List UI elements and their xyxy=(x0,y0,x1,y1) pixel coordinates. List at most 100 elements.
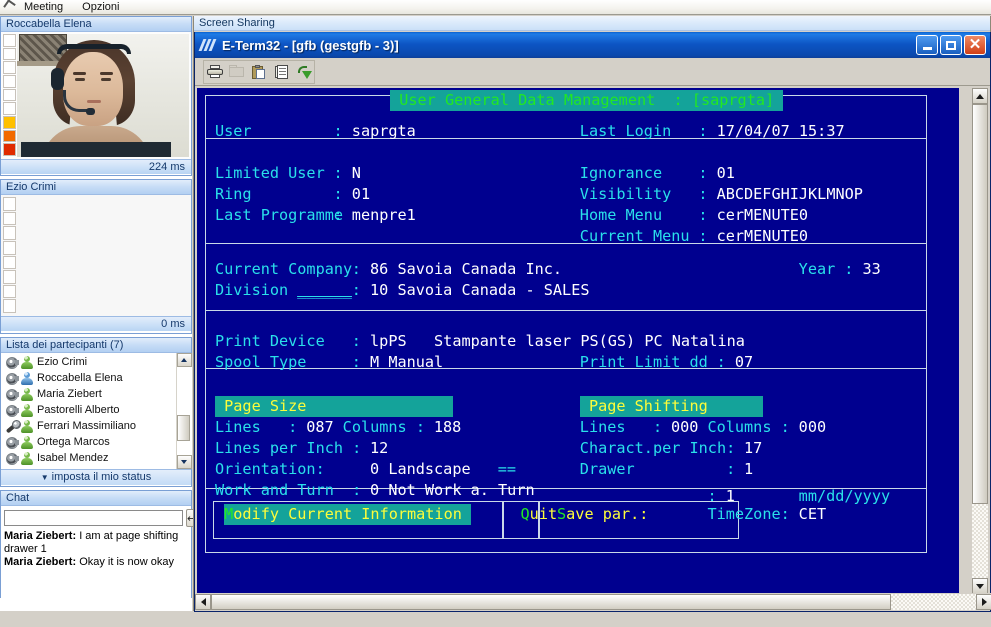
sep-last-login: : xyxy=(698,122,708,140)
terminal-scroll-track[interactable] xyxy=(972,504,988,578)
set-my-status-label: imposta il mio status xyxy=(51,471,152,483)
video-feed[interactable] xyxy=(1,32,191,159)
app-menubar: Meeting Opzioni xyxy=(0,0,991,15)
value-year: 33 xyxy=(862,259,881,278)
eterm-app-icon xyxy=(198,37,217,53)
print-button[interactable] xyxy=(204,61,226,83)
menu-item-opzioni[interactable]: Opzioni xyxy=(82,0,130,14)
sep-user: : xyxy=(333,122,343,140)
list-item[interactable]: Ezio Crimi xyxy=(1,354,176,370)
label-psh-1: Charact.per Inch: xyxy=(579,439,745,458)
reconnect-button[interactable] xyxy=(292,61,314,83)
chat-message-author: Maria Ziebert: xyxy=(4,530,77,542)
value-spool-type: M Manual xyxy=(370,353,444,371)
presence-icon xyxy=(20,403,33,417)
terminal-scroll-left-button[interactable] xyxy=(195,593,211,610)
value-ignorance: 01 xyxy=(716,164,735,182)
participant-name: Ezio Crimi xyxy=(37,356,88,368)
list-item[interactable]: Pastorelli Alberto xyxy=(1,402,176,418)
webcam-image xyxy=(17,34,189,157)
close-button[interactable]: ✕ xyxy=(964,35,986,55)
camera-icon xyxy=(5,372,19,385)
participant-name: Pastorelli Alberto xyxy=(37,404,120,416)
audio-volume-meter xyxy=(3,197,16,314)
sep: : xyxy=(351,353,361,371)
list-item[interactable]: Ferrari Massimiliano xyxy=(1,418,176,434)
list-item[interactable]: Isabel Mendez xyxy=(1,450,176,466)
participant-name: Isabel Mendez xyxy=(37,452,109,464)
sep: : xyxy=(698,164,708,182)
participant-name: Ferrari Massimiliano xyxy=(37,420,137,432)
value-division: 10 Savoia Canada - SALES xyxy=(370,280,590,299)
paste-button[interactable] xyxy=(248,61,270,83)
modify-current-information-button[interactable]: Modify Current Information xyxy=(224,504,472,526)
terminal-hscroll-track[interactable] xyxy=(891,593,976,610)
list-item[interactable]: Roccabella Elena xyxy=(1,370,176,386)
scroll-thumb[interactable] xyxy=(176,415,190,441)
scroll-up-button[interactable] xyxy=(176,353,192,367)
timezone-label: TimeZone: xyxy=(707,505,790,524)
quit-label: uit xyxy=(529,505,558,524)
list-item[interactable]: Ortega Marcos xyxy=(1,434,176,450)
scroll-track[interactable] xyxy=(176,367,192,455)
minimize-button[interactable] xyxy=(916,35,938,55)
chat-message-text: Okay it is now okay xyxy=(76,556,174,568)
eterm-titlebar[interactable]: E-Term32 - [gfb (gestgfb - 3)] ✕ xyxy=(195,32,990,58)
value-home-menu: cerMENUTE0 xyxy=(716,206,809,224)
label-current-menu: Current Menu xyxy=(579,227,690,245)
save-par-button[interactable]: Save par.: xyxy=(557,504,648,525)
terminal-scroll-thumb[interactable] xyxy=(972,104,988,504)
value-ring: 01 xyxy=(351,185,371,203)
label2-ps-0: Columns : xyxy=(342,418,435,437)
presence-icon xyxy=(20,451,33,465)
set-my-status-button[interactable]: ▼ imposta il mio status xyxy=(1,469,191,485)
audio-panel: Ezio Crimi 0 ms xyxy=(0,179,192,334)
terminal-area: User General Data Management : [saprgta]… xyxy=(195,86,991,610)
chat-panel: Chat ↵ Maria Ziebert: I am at page shift… xyxy=(0,490,198,601)
value-print-device: lpPS Stampante laser PS(GS) PC Natalina xyxy=(370,332,745,350)
value-psh-1: 17 xyxy=(743,439,763,458)
terminal-vertical-scrollbar[interactable] xyxy=(972,88,988,594)
document-button[interactable] xyxy=(270,61,292,83)
label-ps-3: Work and Turn : xyxy=(215,481,371,500)
label-user: User xyxy=(215,122,252,140)
app-logo-icon xyxy=(0,0,16,14)
camera-icon xyxy=(5,356,19,369)
terminal-horizontal-scrollbar[interactable] xyxy=(195,593,991,610)
value-ps-1: 12 xyxy=(370,439,389,458)
volume-meter xyxy=(3,33,16,157)
audio-feed[interactable] xyxy=(1,195,191,316)
save-hotkey: S xyxy=(557,505,567,524)
scroll-down-button[interactable] xyxy=(176,455,192,469)
terminal-scroll-up-button[interactable] xyxy=(972,88,988,104)
clipboard-icon xyxy=(252,64,266,79)
participants-scrollbar[interactable] xyxy=(176,353,192,469)
value-psh-2: 1 xyxy=(743,460,754,479)
quit-button[interactable]: Quit xyxy=(521,504,558,525)
list-item[interactable]: Maria Ziebert xyxy=(1,386,176,402)
terminal-hscroll-thumb[interactable] xyxy=(211,593,891,610)
audio-latency: 0 ms xyxy=(1,316,191,331)
sep: : xyxy=(351,280,361,299)
document-icon xyxy=(274,64,288,79)
sep: : xyxy=(333,164,343,182)
sep: : xyxy=(333,206,343,224)
label2-ps-2: == xyxy=(479,460,517,479)
divider-print xyxy=(206,368,926,369)
divider-attrs xyxy=(206,243,926,244)
menu-item-meeting[interactable]: Meeting xyxy=(24,0,74,14)
value-ps-3: 0 Not Work a. Turn xyxy=(370,481,535,500)
terminal-screen[interactable]: User General Data Management : [saprgta]… xyxy=(197,88,959,594)
value-last-login: 17/04/07 15:37 xyxy=(716,122,845,140)
maximize-button[interactable] xyxy=(940,35,962,55)
open-button xyxy=(226,61,248,83)
value-user: saprgta xyxy=(351,122,416,140)
participants-list[interactable]: Ezio Crimi Roccabella Elena Maria Ziebert P… xyxy=(1,353,192,469)
presence-icon xyxy=(20,419,33,433)
print-icon xyxy=(207,65,223,78)
terminal-scroll-right-button[interactable] xyxy=(976,593,991,610)
eterm-title: E-Term32 - [gfb (gestgfb - 3)] xyxy=(222,37,399,53)
chat-input[interactable] xyxy=(4,510,183,526)
microphone-icon xyxy=(5,420,21,432)
terminal-scroll-down-button[interactable] xyxy=(972,578,988,594)
